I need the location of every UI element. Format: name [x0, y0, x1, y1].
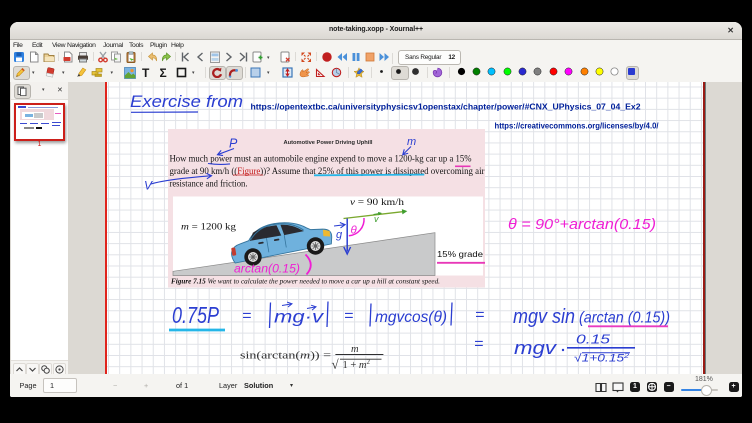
svg-text:√: √ [332, 357, 340, 372]
svg-text:How much power must an automob: How much power must an automobile engine… [170, 154, 472, 164]
svg-text:mgvcos(θ): mgvcos(θ) [375, 309, 447, 326]
svg-text:V: V [144, 179, 153, 193]
svg-text:0.15: 0.15 [576, 332, 611, 347]
svg-text:arctan(0.15): arctan(0.15) [234, 262, 300, 276]
svg-text:https://opentextbc.ca/universi: https://opentextbc.ca/universityphysicsv… [251, 103, 642, 112]
svg-text:=: = [242, 308, 251, 325]
svg-text:g: g [336, 229, 343, 241]
svg-text:mgv sin: mgv sin [513, 306, 575, 328]
svg-text:Automotive Power Driving Uphil: Automotive Power Driving Uphill [284, 140, 373, 146]
svg-text:θ = 90°+arctan(0.15): θ = 90°+arctan(0.15) [508, 217, 656, 233]
svg-text:resistance and friction.: resistance and friction. [170, 179, 248, 189]
svg-text:m: m [407, 136, 416, 148]
svg-text:15% grade: 15% grade [437, 249, 483, 259]
svg-text:sin(arctan(m)) =: sin(arctan(m)) = [240, 351, 331, 362]
svg-text:Figure 7.15 We want to calcula: Figure 7.15 We want to calculate the pow… [171, 278, 440, 286]
svg-text:1 + m2: 1 + m2 [343, 358, 371, 371]
svg-text:https://creativecommons.org/li: https://creativecommons.org/licenses/by/… [495, 121, 660, 130]
svg-text:Exercise from: Exercise from [130, 93, 243, 111]
svg-text:√1+0.152: √1+0.152 [574, 353, 629, 365]
svg-text:=: = [474, 336, 483, 353]
svg-text:v = 90 km/h: v = 90 km/h [350, 197, 405, 207]
svg-text:(arctan (0.15)): (arctan (0.15)) [579, 310, 670, 327]
svg-text:=: = [475, 307, 484, 324]
svg-text:mg·v: mg·v [274, 307, 325, 327]
svg-text:0.75P: 0.75P [172, 302, 220, 328]
svg-text:v: v [374, 214, 379, 224]
svg-text:m: m [351, 344, 359, 355]
svg-text:m = 1200 kg: m = 1200 kg [181, 222, 237, 232]
svg-text:=: = [344, 308, 353, 325]
svg-text:mgv: mgv [514, 338, 557, 358]
